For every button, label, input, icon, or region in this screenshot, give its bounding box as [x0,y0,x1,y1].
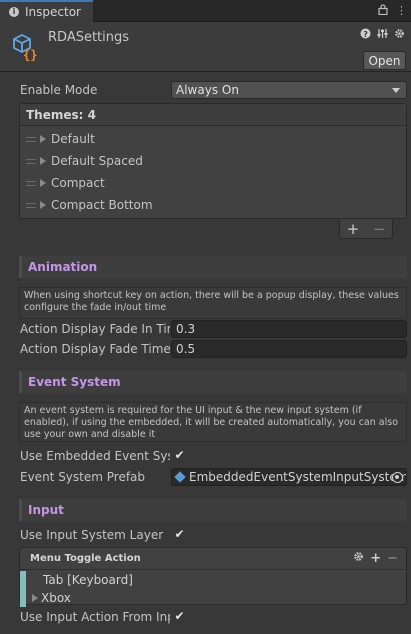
use-input-layer-label: Use Input System Layer [20,528,164,542]
object-picker-icon[interactable] [392,472,403,483]
help-icon[interactable]: ? [360,28,371,42]
fade-time-label: Action Display Fade Time [20,342,170,356]
foldout-arrow-icon[interactable] [32,594,38,602]
gear-icon[interactable] [394,28,405,42]
enable-mode-value: Always On [176,83,239,97]
foldout-arrow-icon[interactable] [40,135,46,143]
list-item-label: Default [51,132,95,146]
use-action-from-input-label: Use Input Action From Inpu [20,610,170,624]
remove-binding-icon[interactable]: − [387,551,398,566]
lock-icon[interactable] [378,4,388,18]
inspector-content: Enable Mode Always On Themes: 4 Default … [0,73,411,634]
tab-bar-icons: ⋮ [378,4,407,18]
menu-toggle-action-header: Menu Toggle Action [20,548,406,570]
menu-toggle-action-icons: + − [353,551,398,566]
list-item[interactable]: Compact [20,172,406,194]
add-item-button[interactable]: + [347,220,360,238]
list-item-label: Compact [51,176,105,190]
event-system-prefab-field[interactable]: EmbeddedEventSystemInputSystem [171,468,407,486]
scriptable-object-icon: {} [10,31,40,62]
open-button[interactable]: Open [363,51,406,70]
use-action-from-input-checkbox[interactable]: ✔ [173,610,186,623]
themes-list-header: Themes: 4 [20,104,406,126]
animation-help-box: When using shortcut key on action, there… [19,287,407,319]
svg-text:?: ? [363,30,368,39]
foldout-arrow-icon[interactable] [40,157,46,165]
svg-text:{}: {} [23,48,37,61]
menu-toggle-action-list: Menu Toggle Action + − Tab [Keyboard] Xb… [19,547,407,607]
drag-handle-icon[interactable] [26,180,36,186]
chevron-down-icon [392,88,400,93]
info-icon: i [9,7,19,17]
drag-handle-icon[interactable] [26,202,36,208]
gear-icon[interactable] [353,551,364,566]
event-system-help-box: An event system is required for the UI i… [19,402,407,442]
themes-list: Themes: 4 Default Default Spaced Compact… [19,103,407,219]
list-item-label: Xbox [41,591,71,605]
drag-handle-icon[interactable] [26,158,36,164]
prefab-icon [174,471,186,483]
more-icon[interactable]: ⋮ [396,4,407,18]
list-item[interactable]: Default Spaced [20,150,406,172]
enable-mode-label: Enable Mode [20,83,98,97]
foldout-arrow-icon[interactable] [40,201,46,209]
add-binding-icon[interactable]: + [370,551,381,566]
themes-list-footer: + − [339,219,393,239]
list-item-label: Tab [Keyboard] [43,573,133,587]
use-input-layer-checkbox[interactable]: ✔ [173,528,186,541]
tab-bar: i Inspector ⋮ [0,0,411,22]
event-system-prefab-value: EmbeddedEventSystemInputSystem [189,470,407,484]
section-input: Input [19,499,407,521]
list-item[interactable]: Compact Bottom [20,194,406,216]
binding-color-bar [20,589,26,607]
foldout-arrow-icon[interactable] [40,179,46,187]
list-item-label: Default Spaced [51,154,143,168]
remove-item-button[interactable]: − [373,220,386,238]
preset-icon[interactable] [377,28,388,42]
list-item-label: Compact Bottom [51,198,153,212]
list-item[interactable]: Xbox [20,589,406,607]
object-title: RDASettings [48,30,130,45]
tab-inspector[interactable]: i Inspector [0,0,93,22]
fade-time-field[interactable]: 0.5 [171,340,407,358]
list-item[interactable]: Tab [Keyboard] [20,571,406,589]
event-system-prefab-label: Event System Prefab [20,470,146,484]
inspector-header: {} RDASettings ? Open [0,22,411,72]
enable-mode-dropdown[interactable]: Always On [171,81,407,99]
use-embedded-label: Use Embedded Event Syste [20,449,170,463]
section-animation: Animation [19,256,407,278]
fade-in-field[interactable]: 0.3 [171,320,407,338]
use-embedded-checkbox[interactable]: ✔ [173,449,186,462]
binding-color-bar [20,571,26,589]
tab-inspector-label: Inspector [25,5,81,19]
section-event-system: Event System [19,371,407,393]
header-icons: ? [360,28,405,42]
drag-handle-icon[interactable] [26,136,36,142]
fade-in-label: Action Display Fade In Tim [20,322,170,336]
list-item[interactable]: Default [20,128,406,150]
